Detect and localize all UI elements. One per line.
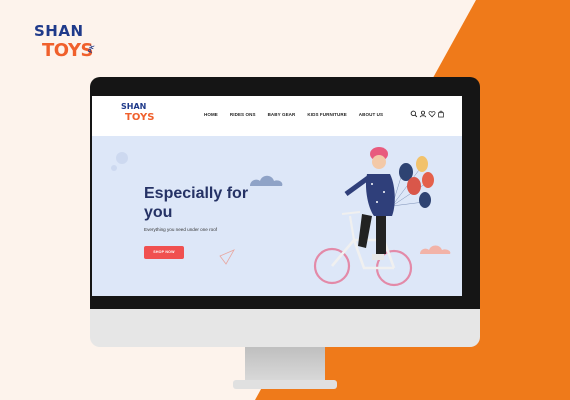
site-logo-top-text: SHAN (121, 102, 147, 111)
site-logo[interactable]: SHAN TOYS (120, 102, 160, 132)
nav-home[interactable]: HOME (204, 112, 218, 122)
nav-baby-gear[interactable]: BABY GEAR (268, 112, 296, 122)
cart-icon[interactable] (437, 110, 445, 118)
brand-logo-bottom-text: TOYS (42, 40, 93, 61)
website-screen: SHAN TOYS HOME RIDES ONS BABY GEAR KIDS … (92, 96, 462, 296)
child-rider-illustration (344, 147, 395, 260)
main-nav: HOME RIDES ONS BABY GEAR KIDS FURNITURE … (204, 112, 395, 122)
monitor-stand-base (233, 380, 337, 389)
balloon-icon (422, 172, 434, 188)
brand-logo: SHAN TOYS PK (30, 22, 100, 72)
nav-kids-furniture[interactable]: KIDS FURNITURE (307, 112, 346, 122)
header-icons (410, 110, 446, 118)
site-logo-bottom-text: TOYS (125, 112, 155, 123)
hero-subtitle: Everything you need under one roof (144, 227, 218, 232)
hero-title: Especially for you (144, 185, 249, 221)
hero-banner: Especially for you Everything you need u… (92, 136, 462, 296)
monitor-stand (245, 347, 325, 381)
search-icon[interactable] (410, 110, 418, 118)
balloon-icon (407, 177, 421, 195)
paper-plane-icon (219, 249, 235, 265)
shop-now-button[interactable]: SHOP NOW (144, 246, 184, 259)
nav-rides-ons[interactable]: RIDES ONS (230, 112, 256, 122)
brand-logo-suffix: PK (87, 44, 97, 54)
cloud-icon (420, 245, 451, 254)
monitor-chin (90, 309, 480, 347)
heart-icon[interactable] (428, 110, 436, 118)
balloon-icon (419, 192, 431, 208)
user-icon[interactable] (419, 110, 427, 118)
nav-about-us[interactable]: ABOUT US (359, 112, 383, 122)
site-header: SHAN TOYS HOME RIDES ONS BABY GEAR KIDS … (92, 96, 462, 136)
balloon-icon (416, 156, 428, 172)
brand-logo-top-text: SHAN (34, 22, 84, 40)
